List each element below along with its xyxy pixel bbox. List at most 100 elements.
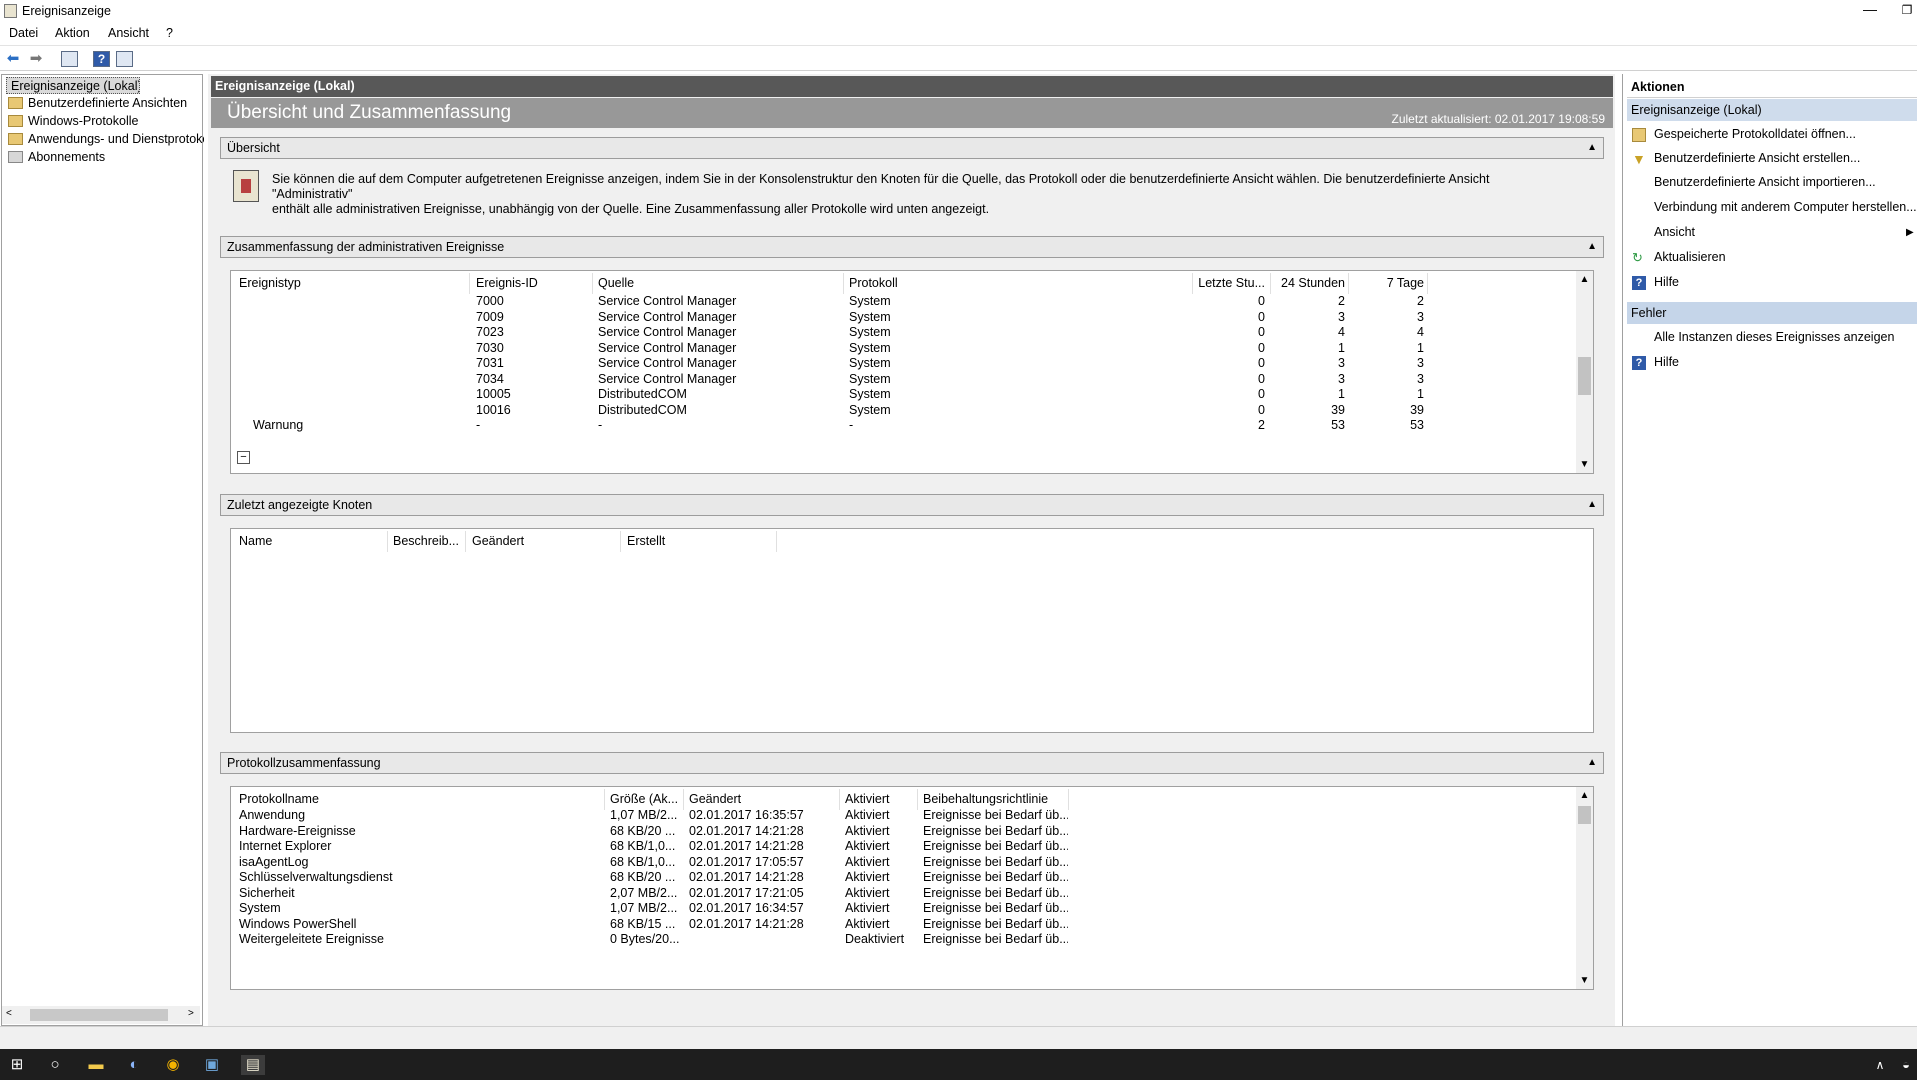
help-icon[interactable]: ? — [93, 51, 110, 67]
cell-protokoll: - — [849, 418, 854, 432]
toolbar: ⬅ ➡ ? — [0, 45, 1917, 71]
file-explorer-icon[interactable]: ▬ — [86, 1055, 106, 1075]
scroll-left-icon[interactable]: < — [6, 1008, 12, 1019]
recent-nodes-table: Name Beschreib... Geändert Erstellt — [230, 528, 1594, 733]
maximize-button[interactable]: ❐ — [1897, 0, 1917, 22]
windows-start-icon[interactable]: ⊞ — [7, 1055, 27, 1075]
action-create-custom-view[interactable]: ▼ Benutzerdefinierte Ansicht erstellen..… — [1626, 147, 1917, 170]
menu-aktion[interactable]: Aktion — [55, 26, 90, 40]
tree-item-label: Ereignisanzeige (Lokal) — [11, 79, 140, 93]
collapse-warning-icon[interactable]: − — [237, 451, 250, 464]
section-title: Zusammenfassung der administrativen Erei… — [227, 240, 505, 254]
section-recent-nodes-header[interactable]: Zuletzt angezeigte Knoten ▲ — [220, 494, 1604, 516]
folder-icon — [8, 97, 23, 109]
page-title: Übersicht und Zusammenfassung — [227, 102, 512, 123]
actions-group-error[interactable]: Fehler — [1627, 302, 1917, 324]
action-refresh[interactable]: ↻ Aktualisieren — [1626, 246, 1917, 269]
scroll-thumb[interactable] — [1578, 806, 1591, 824]
tree-horizontal-scrollbar[interactable]: < > — [2, 1006, 200, 1024]
cell-protokollname: Weitergeleitete Ereignisse — [239, 932, 384, 946]
app-icon[interactable]: ◐ — [124, 1055, 144, 1075]
log-summary-table: Protokollname Größe (Ak... Geändert Akti… — [230, 786, 1594, 990]
cell-beibehaltungsrichtlinie: Ereignisse bei Bedarf üb... — [923, 932, 1068, 946]
network-tray-icon[interactable]: ◒ — [1896, 1055, 1916, 1075]
col-name[interactable]: Name — [239, 529, 379, 553]
menu-bar: Datei Aktion Ansicht ? — [0, 22, 1917, 44]
scroll-up-icon[interactable]: ▲ — [1576, 271, 1593, 288]
admin-summary-table: Ereignistyp Ereignis-ID Quelle Protokoll… — [230, 270, 1594, 474]
col-beschreibung[interactable]: Beschreib... — [393, 529, 465, 553]
cell-24-stunden: 53 — [1331, 418, 1345, 432]
action-pane-icon[interactable] — [116, 51, 133, 67]
overview-banner: Übersicht und Zusammenfassung Zuletzt ak… — [211, 98, 1613, 128]
scroll-down-icon[interactable]: ▼ — [1576, 456, 1593, 473]
section-overview-header[interactable]: Übersicht ▲ — [220, 137, 1604, 159]
collapse-icon[interactable]: ▲ — [1587, 495, 1597, 515]
tree-item-windows-logs[interactable]: Windows-Protokolle — [8, 113, 204, 130]
back-arrow-icon[interactable]: ⬅ — [4, 50, 22, 68]
actions-group-local[interactable]: Ereignisanzeige (Lokal) — [1627, 99, 1917, 121]
cell-letzte-stunde: 2 — [1258, 418, 1265, 432]
title-bar: Ereignisanzeige — ❐ — [0, 0, 1917, 22]
tree-item-label: Abonnements — [28, 150, 106, 164]
col-erstellt[interactable]: Erstellt — [627, 529, 767, 553]
cell-ereignis-id: - — [476, 418, 481, 432]
chrome-icon[interactable]: ◉ — [163, 1055, 183, 1075]
menu-help[interactable]: ? — [166, 26, 173, 40]
menu-datei[interactable]: Datei — [9, 26, 38, 40]
action-connect-computer[interactable]: Verbindung mit anderem Computer herstell… — [1626, 196, 1917, 219]
log-vertical-scrollbar[interactable]: ▲ ▼ — [1576, 787, 1593, 989]
tray-chevron-icon[interactable]: ∧ — [1870, 1055, 1890, 1075]
scroll-thumb[interactable] — [1578, 357, 1591, 395]
action-view[interactable]: Ansicht ▶ — [1626, 221, 1917, 244]
section-admin-summary-header[interactable]: Zusammenfassung der administrativen Erei… — [220, 236, 1604, 258]
cell-7-tage: 53 — [1410, 418, 1424, 432]
cell-geaendert — [689, 930, 834, 949]
status-bar — [0, 1026, 1917, 1049]
action-help[interactable]: ? Hilfe — [1626, 271, 1917, 294]
section-log-summary-header[interactable]: Protokollzusammenfassung ▲ — [220, 752, 1604, 774]
submenu-arrow-icon: ▶ — [1906, 227, 1914, 238]
window-title: Ereignisanzeige — [22, 4, 111, 18]
event-viewer-taskbar-icon[interactable]: ▤ — [241, 1055, 265, 1075]
network-app-icon[interactable]: ▣ — [202, 1055, 222, 1075]
action-label: Benutzerdefinierte Ansicht importieren..… — [1654, 175, 1876, 189]
menu-ansicht[interactable]: Ansicht — [108, 26, 149, 40]
tree-item-app-service-logs[interactable]: Anwendungs- und Dienstprotokolle — [8, 131, 204, 148]
action-help-error[interactable]: ? Hilfe — [1626, 351, 1917, 374]
refresh-icon: ↻ — [1632, 250, 1643, 265]
last-updated: Zuletzt aktualisiert: 02.01.2017 19:08:5… — [1391, 112, 1605, 126]
taskbar: ⊞ ○ ▬ ◐ ◉ ▣ ▤ ∧ ◒ — [0, 1049, 1917, 1080]
event-log-icon — [233, 170, 259, 202]
scroll-thumb[interactable] — [30, 1009, 168, 1021]
tree-item-subscriptions[interactable]: Abonnements — [8, 149, 204, 166]
scroll-down-icon[interactable]: ▼ — [1576, 972, 1593, 989]
collapse-icon[interactable]: ▲ — [1587, 138, 1597, 158]
tree-item-label: Windows-Protokolle — [28, 114, 139, 128]
minimize-button[interactable]: — — [1855, 0, 1885, 22]
subscriptions-icon — [8, 151, 23, 163]
admin-vertical-scrollbar[interactable]: ▲ ▼ — [1576, 271, 1593, 473]
action-import-custom-view[interactable]: Benutzerdefinierte Ansicht importieren..… — [1626, 171, 1917, 194]
tree-item-custom-views[interactable]: Benutzerdefinierte Ansichten — [8, 95, 204, 112]
action-label: Hilfe — [1654, 355, 1680, 369]
console-tree: Ereignisanzeige (Lokal) Benutzerdefinier… — [1, 74, 204, 1026]
section-title: Protokollzusammenfassung — [227, 756, 381, 770]
center-header: Ereignisanzeige (Lokal) — [211, 76, 1613, 97]
collapse-icon[interactable]: ▲ — [1587, 237, 1597, 257]
cell-groesse: 0 Bytes/20... — [610, 932, 680, 946]
help-icon: ? — [1632, 276, 1646, 290]
overview-text: Sie können die auf dem Computer aufgetre… — [272, 172, 1572, 217]
overview-line2: enthält alle administrativen Ereignisse,… — [272, 202, 990, 216]
forward-arrow-icon[interactable]: ➡ — [27, 50, 45, 68]
action-open-saved-log[interactable]: Gespeicherte Protokolldatei öffnen... — [1626, 123, 1917, 146]
action-show-all-instances[interactable]: Alle Instanzen dieses Ereignisses anzeig… — [1626, 326, 1917, 349]
scroll-right-icon[interactable]: > — [188, 1008, 194, 1019]
collapse-icon[interactable]: ▲ — [1587, 753, 1597, 773]
console-tree-icon[interactable] — [61, 51, 78, 67]
tree-item-local[interactable]: Ereignisanzeige (Lokal) — [6, 77, 140, 94]
folder-icon — [8, 133, 23, 145]
scroll-up-icon[interactable]: ▲ — [1576, 787, 1593, 804]
cortana-search-icon[interactable]: ○ — [45, 1055, 65, 1075]
col-geaendert[interactable]: Geändert — [472, 529, 612, 553]
